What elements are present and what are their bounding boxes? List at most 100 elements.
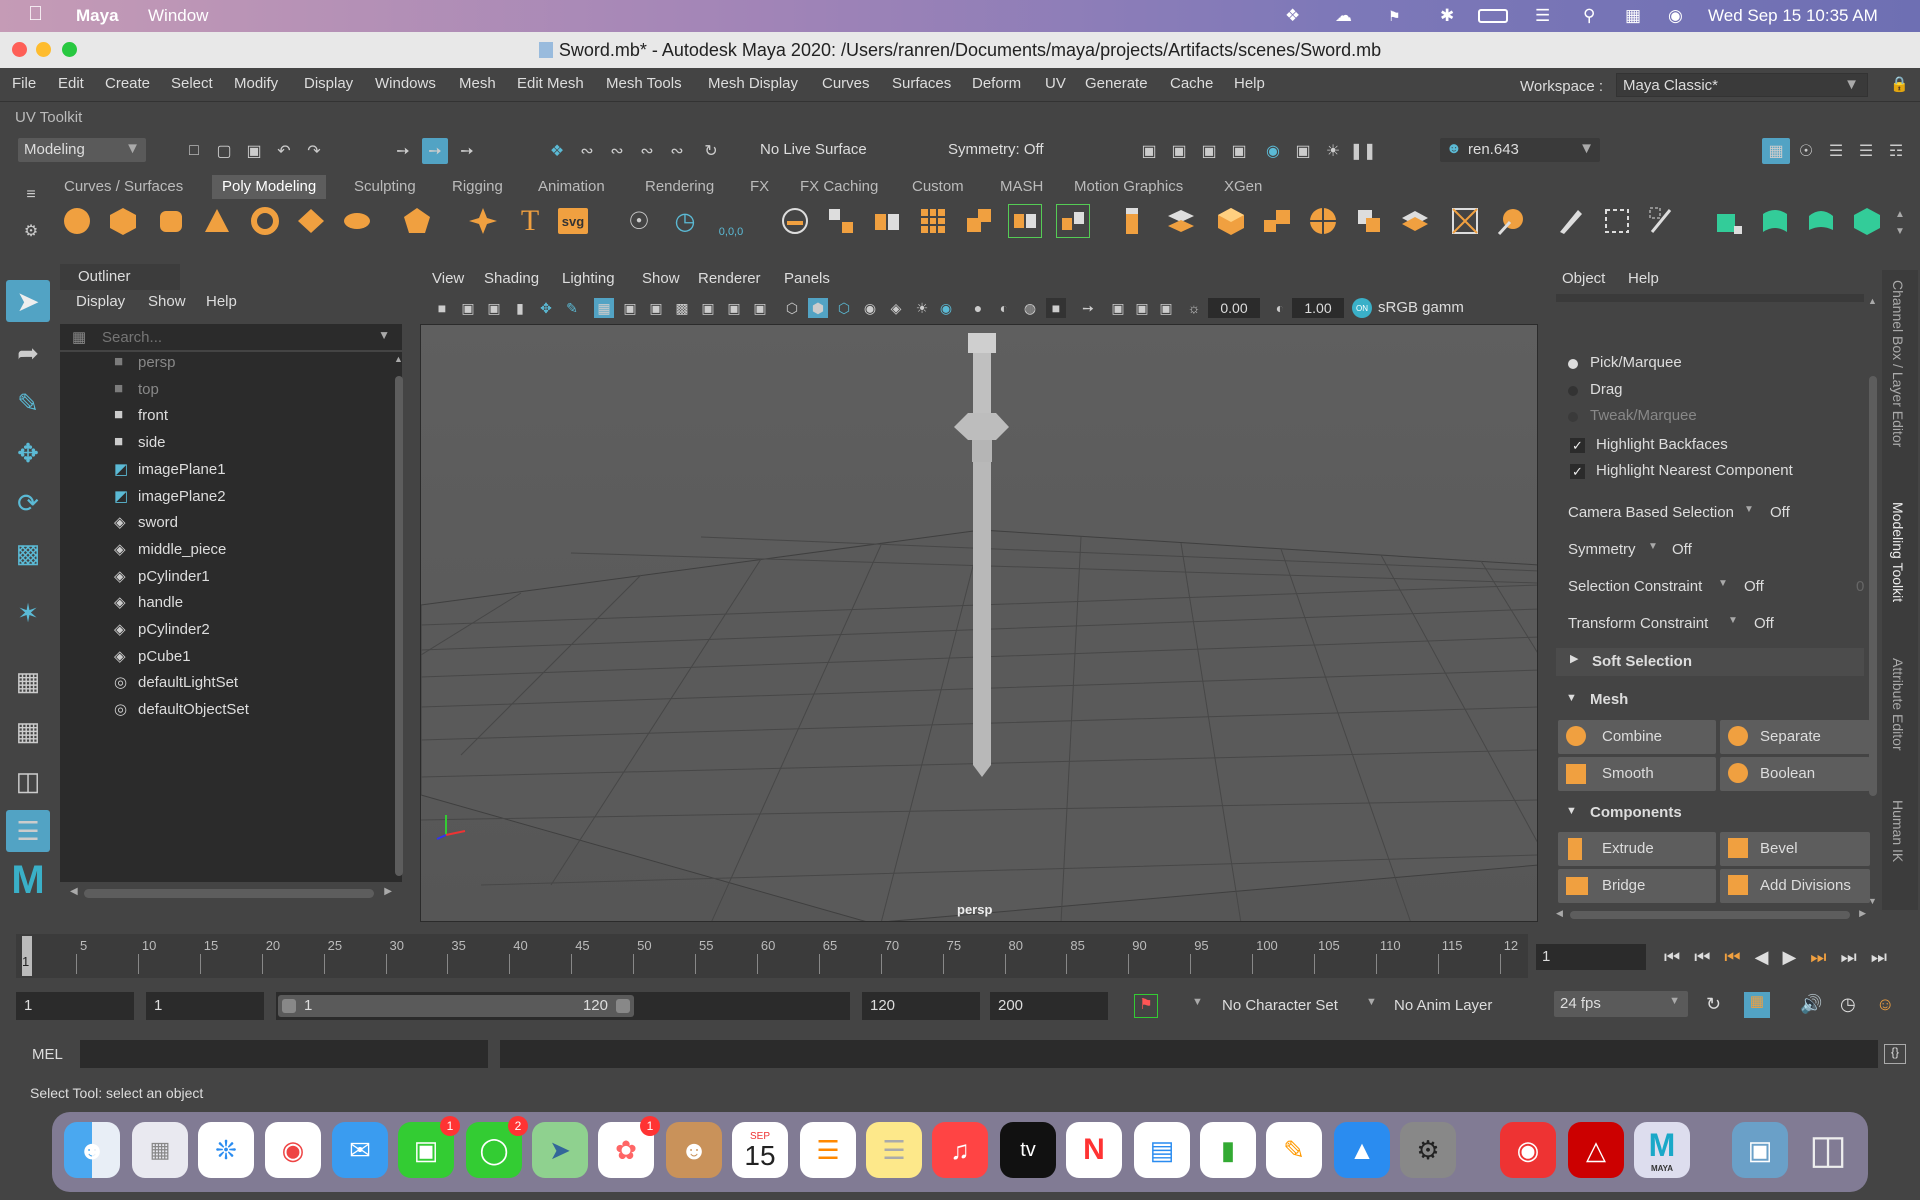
hypershade-icon[interactable]: ◉	[1262, 140, 1284, 162]
menu-display[interactable]: Display	[304, 75, 353, 92]
uv-cylindrical-shelf-icon[interactable]	[1758, 204, 1792, 238]
symmetry-label[interactable]: Symmetry: Off	[948, 141, 1044, 158]
smooth-shelf-icon[interactable]	[916, 204, 950, 238]
scroll-right-icon[interactable]: ▶	[1859, 908, 1866, 919]
bridge-shelf-icon[interactable]	[1164, 204, 1198, 238]
outliner-persp-layout-icon[interactable]: ☰	[6, 810, 50, 852]
rotate-tool-icon[interactable]: ⟳	[6, 482, 50, 524]
fps-dropdown[interactable]: 24 fps ▼	[1554, 991, 1688, 1017]
range-slider[interactable]: 1 120	[276, 992, 850, 1020]
isolate-select-icon[interactable]: ➙	[1078, 298, 1098, 318]
facetime-icon[interactable]: ▣ 1	[398, 1116, 460, 1178]
zoom-window-button[interactable]	[62, 42, 77, 57]
viewport-canvas[interactable]: persp	[420, 324, 1538, 922]
open-scene-icon[interactable]: ▢	[213, 140, 235, 162]
range-start-handle[interactable]	[282, 999, 296, 1013]
range-slider-bar[interactable]: 1 120	[278, 995, 634, 1017]
outliner-item-defaultLightSet[interactable]: ◎ defaultLightSet	[62, 671, 392, 695]
mac-window-menu[interactable]: Window	[148, 6, 208, 26]
outliner-item-top[interactable]: ■ top	[62, 378, 392, 402]
select-tool-icon[interactable]: ➤	[6, 280, 50, 322]
svg-tool-icon[interactable]: svg	[558, 208, 588, 234]
minimize-window-button[interactable]	[36, 42, 51, 57]
bluetooth-icon[interactable]: ✱	[1440, 6, 1454, 26]
lock-icon[interactable]: 🔒	[1890, 75, 1909, 93]
wireframe-on-shaded-icon[interactable]: ⬡	[834, 298, 854, 318]
scroll-left-icon[interactable]: ◀	[1556, 908, 1563, 919]
bridge-button[interactable]: Bridge	[1558, 869, 1716, 903]
play-backwards-icon[interactable]: ◀	[1755, 947, 1769, 968]
maps-icon[interactable]: ➤	[532, 1122, 588, 1178]
gate-mask-icon[interactable]: ▩	[672, 298, 692, 318]
shadows-icon[interactable]: ☀	[912, 298, 932, 318]
poly-cube-icon[interactable]	[106, 204, 140, 238]
chevron-down-icon[interactable]: ▼	[378, 328, 390, 342]
field-chart-icon[interactable]: ▣	[698, 298, 718, 318]
poly-disc-icon[interactable]	[340, 204, 374, 238]
camera-attributes-icon[interactable]: ▣	[458, 298, 478, 318]
scroll-right-icon[interactable]: ▶	[384, 886, 392, 897]
shelf-tab-sculpting[interactable]: Sculpting	[344, 175, 426, 199]
screen-space-ao-icon[interactable]: ◉	[936, 298, 956, 318]
apple-icon[interactable]: 	[28, 3, 43, 26]
chevron-down-icon[interactable]: ▼	[1192, 996, 1203, 1008]
outliner-title[interactable]: Outliner	[78, 268, 131, 285]
menu-deform[interactable]: Deform	[972, 75, 1021, 92]
maya-dock-icon[interactable]: M MAYA	[1634, 1122, 1690, 1178]
reminders-icon[interactable]: ☰	[800, 1122, 856, 1178]
acrobat-icon[interactable]: △	[1568, 1122, 1624, 1178]
snap-grid-icon[interactable]: ❖	[546, 140, 568, 162]
backface-culling-icon[interactable]: ▣	[1156, 298, 1176, 318]
soft-selection-header[interactable]: ▶ Soft Selection	[1556, 648, 1864, 676]
close-window-button[interactable]	[12, 42, 27, 57]
separate-button[interactable]: Separate	[1720, 720, 1870, 754]
selection-constraint-extra[interactable]: 0	[1856, 578, 1864, 595]
smooth-button[interactable]: Smooth	[1558, 757, 1716, 791]
system-preferences-icon[interactable]: ⚙	[1400, 1122, 1456, 1178]
mtk-hscrollbar[interactable]: ◀ ▶	[1556, 908, 1866, 922]
toggle-humanik-icon[interactable]: ☉	[1795, 140, 1817, 162]
exposure-icon[interactable]: ☼	[1184, 298, 1204, 318]
menu-create[interactable]: Create	[105, 75, 150, 92]
menu-mesh-display[interactable]: Mesh Display	[708, 75, 798, 92]
mac-datetime[interactable]: Wed Sep 15 10:35 AM	[1708, 6, 1878, 26]
messages-icon[interactable]: ◯ 2	[466, 1116, 528, 1178]
outliner-item-pCube1[interactable]: ◈ pCube1	[62, 645, 392, 669]
side-tab-modeling-toolkit[interactable]: Modeling Toolkit	[1890, 502, 1906, 602]
menu-set-dropdown[interactable]: Modeling ▼	[18, 138, 146, 162]
app-store-icon[interactable]: ▲	[1334, 1122, 1390, 1178]
battery-icon[interactable]	[1478, 9, 1508, 23]
resolution-gate-icon[interactable]: ▣	[646, 298, 666, 318]
bookmark-icon[interactable]: ▣	[484, 298, 504, 318]
snap-projected-icon[interactable]: ∾	[636, 140, 658, 162]
outliner-scroll-thumb[interactable]	[395, 376, 403, 876]
poly-torus-icon[interactable]	[248, 204, 282, 238]
pick-marquee-radio[interactable]	[1568, 359, 1578, 369]
outliner-menu-show[interactable]: Show	[148, 293, 186, 310]
poly-sphere-icon[interactable]	[60, 204, 94, 238]
extract-shelf-icon[interactable]	[870, 204, 904, 238]
outliner-search-input[interactable]	[102, 326, 372, 348]
shelf-tab-mash[interactable]: MASH	[990, 175, 1053, 199]
reduce-shelf-icon[interactable]	[962, 204, 996, 238]
toggle-attribute-editor-icon[interactable]: ☰	[1825, 140, 1847, 162]
menu-windows[interactable]: Windows	[375, 75, 436, 92]
menu-generate[interactable]: Generate	[1085, 75, 1148, 92]
command-input[interactable]	[80, 1040, 488, 1068]
numbers-icon[interactable]: ▮	[1200, 1122, 1256, 1178]
range-end-handle[interactable]	[616, 999, 630, 1013]
toggle-channel-box-icon[interactable]: ☶	[1885, 140, 1907, 162]
outliner-item-handle[interactable]: ◈ handle	[62, 591, 392, 615]
outliner-hscroll-thumb[interactable]	[84, 889, 374, 898]
poly-plane-icon[interactable]	[294, 204, 328, 238]
user-account-dropdown[interactable]: ☻ ren.643 ▼	[1440, 138, 1600, 162]
depth-of-field-icon[interactable]: ◍	[1020, 298, 1040, 318]
shelf-tab-motion-graphics[interactable]: Motion Graphics	[1064, 175, 1193, 199]
shelf-tab-rigging[interactable]: Rigging	[442, 175, 513, 199]
wifi-icon[interactable]: ☰	[1535, 6, 1550, 26]
all-lights-icon[interactable]: ◈	[886, 298, 906, 318]
step-back-key-icon[interactable]: ⏮	[1724, 947, 1740, 968]
single-perspective-layout-icon[interactable]: ▦	[6, 660, 50, 702]
uv-planar-shelf-icon[interactable]	[1712, 204, 1746, 238]
scroll-up-icon[interactable]: ▲	[394, 354, 403, 364]
